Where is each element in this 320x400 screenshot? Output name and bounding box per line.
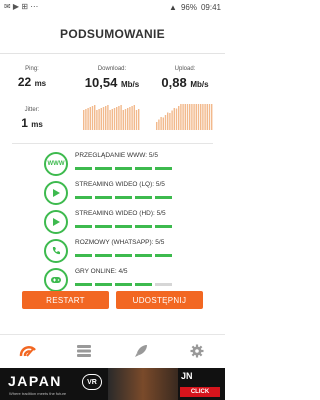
upload-label: Upload: xyxy=(174,66,196,72)
ping-label: Ping: xyxy=(25,66,39,72)
nav-speedtest[interactable] xyxy=(8,337,48,365)
share-button[interactable]: UDOSTĘPNIJ xyxy=(116,291,203,309)
quality-label: STREAMING WIDEO (HD): 5/5 xyxy=(75,210,166,217)
restart-button[interactable]: RESTART xyxy=(22,291,109,309)
score-segment xyxy=(135,196,152,199)
status-bar: ✉ ▶ ⊞ ⋯ ▲ 96% 09:41 xyxy=(0,0,225,14)
score-segment xyxy=(75,196,92,199)
download-graph xyxy=(83,100,141,130)
phone-icon xyxy=(44,239,68,263)
score-segment xyxy=(135,225,152,228)
quality-row: STREAMING WIDEO (HD): 5/5 xyxy=(44,210,214,236)
score-segment xyxy=(155,283,172,286)
ad-brand: JN xyxy=(181,371,193,381)
download-unit: Mb/s xyxy=(120,80,140,89)
download-label: Download: xyxy=(97,66,127,72)
score-segment xyxy=(155,254,172,257)
score-segment xyxy=(95,283,112,286)
score-segment xyxy=(115,254,132,257)
score-segment xyxy=(115,283,132,286)
quality-score-bar xyxy=(75,225,172,228)
signal-icon: ▲ xyxy=(169,2,177,12)
upload-unit: Mb/s xyxy=(190,80,209,89)
jitter-unit: ms xyxy=(31,120,43,129)
score-segment xyxy=(155,167,172,170)
ping-value: 22 xyxy=(17,75,32,89)
quality-score-bar xyxy=(75,283,172,286)
score-segment xyxy=(115,196,132,199)
quality-score-bar xyxy=(75,167,172,170)
score-segment xyxy=(75,254,92,257)
jitter-label: Jitter: xyxy=(24,107,40,113)
quality-label: STREAMING WIDEO (LQ): 5/5 xyxy=(75,181,165,188)
quality-row: WWW PRZEGLĄDANIE WWW: 5/5 xyxy=(44,152,214,178)
quality-label: GRY ONLINE: 4/5 xyxy=(75,268,128,275)
www-icon: WWW xyxy=(44,152,68,176)
score-segment xyxy=(135,167,152,170)
notification-icons: ✉ ▶ ⊞ ⋯ xyxy=(4,2,39,11)
list-icon xyxy=(77,344,92,357)
score-segment xyxy=(95,225,112,228)
ping-unit: ms xyxy=(34,79,47,88)
upload-value: 0,88 xyxy=(161,75,187,90)
score-segment xyxy=(135,254,152,257)
clock: 09:41 xyxy=(200,2,221,12)
score-segment xyxy=(155,196,172,199)
ad-title: JAPAN xyxy=(8,373,62,389)
score-segment xyxy=(155,225,172,228)
quality-score-bar xyxy=(75,196,172,199)
score-segment xyxy=(135,283,152,286)
jitter-result: Jitter: 1 ms xyxy=(14,107,50,130)
battery-level: 96% xyxy=(180,2,197,12)
ad-image xyxy=(108,368,178,400)
quality-label: PRZEGLĄDANIE WWW: 5/5 xyxy=(75,152,158,159)
score-segment xyxy=(115,225,132,228)
page-title: PODSUMOWANIE xyxy=(60,26,165,41)
page-header: PODSUMOWANIE xyxy=(0,14,225,54)
ad-vr-badge: VR xyxy=(82,374,102,390)
ad-banner[interactable]: JAPAN Where tradition meets the future V… xyxy=(0,368,225,400)
score-segment xyxy=(95,196,112,199)
nav-settings[interactable] xyxy=(177,337,217,365)
upload-graph xyxy=(156,100,214,130)
ping-result: Ping: 22 ms xyxy=(14,66,50,89)
play-icon xyxy=(44,181,68,205)
nav-history[interactable] xyxy=(64,337,104,365)
speedometer-icon xyxy=(19,345,37,357)
nav-boost[interactable] xyxy=(121,337,161,365)
divider xyxy=(12,143,213,144)
quality-row: STREAMING WIDEO (LQ): 5/5 xyxy=(44,181,214,207)
ad-tagline: Where tradition meets the future xyxy=(9,391,67,396)
download-result: Download: 10,54 Mb/s xyxy=(80,66,144,90)
jitter-value: 1 xyxy=(21,116,28,130)
upload-result: Upload: 0,88 Mb/s xyxy=(153,66,217,90)
bottom-nav xyxy=(0,334,225,366)
ad-click-button[interactable]: CLICK xyxy=(180,387,220,397)
score-segment xyxy=(75,283,92,286)
score-segment xyxy=(115,167,132,170)
quality-score-bar xyxy=(75,254,172,257)
quality-row: ROZMOWY (WHATSAPP): 5/5 xyxy=(44,239,214,265)
score-segment xyxy=(75,225,92,228)
score-segment xyxy=(75,167,92,170)
gear-icon xyxy=(190,344,204,357)
score-segment xyxy=(95,167,112,170)
play-hd-icon xyxy=(44,210,68,234)
quality-label: ROZMOWY (WHATSAPP): 5/5 xyxy=(75,239,165,246)
gamepad-icon xyxy=(44,268,68,292)
download-value: 10,54 xyxy=(84,75,118,90)
rocket-icon xyxy=(134,344,147,357)
score-segment xyxy=(95,254,112,257)
